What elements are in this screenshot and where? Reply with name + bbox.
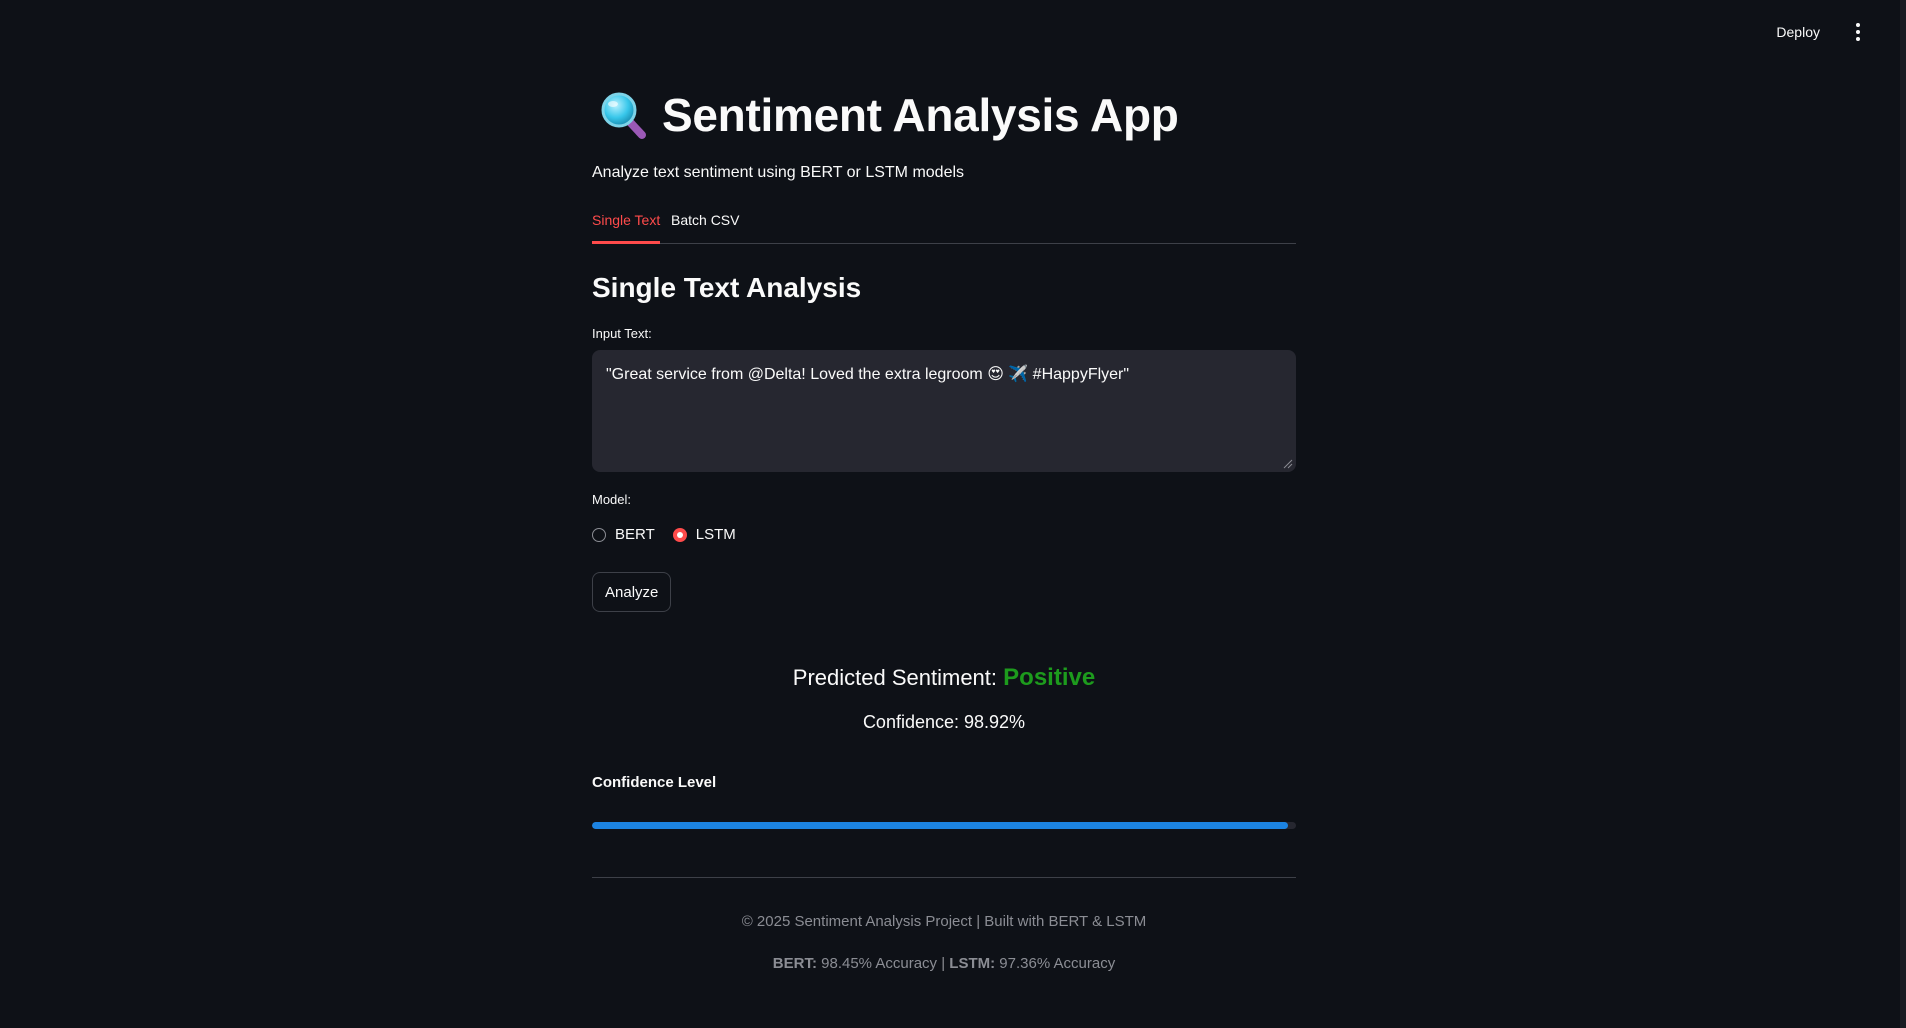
footer-lstm-label: LSTM: bbox=[949, 955, 996, 972]
main-menu-icon[interactable] bbox=[1850, 18, 1866, 46]
footer-accuracy: BERT: 98.45% Accuracy | LSTM: 97.36% Acc… bbox=[592, 955, 1296, 972]
radio-unselected-icon bbox=[592, 527, 606, 542]
page-title: Sentiment Analysis App bbox=[662, 89, 1179, 141]
radio-option-bert[interactable]: BERT bbox=[592, 526, 655, 543]
deploy-button[interactable]: Deploy bbox=[1772, 18, 1824, 46]
confidence-heading: Confidence Level bbox=[592, 774, 717, 791]
input-text-area[interactable]: "Great service from @Delta! Loved the ex… bbox=[592, 350, 1296, 472]
tab-bar: Single Text Batch CSV bbox=[592, 212, 1296, 244]
confidence-progress-fill bbox=[592, 822, 1289, 829]
scrollbar[interactable] bbox=[1900, 0, 1906, 1028]
footer-bert-label: BERT: bbox=[772, 955, 817, 972]
radio-option-lstm[interactable]: LSTM bbox=[672, 526, 736, 543]
input-text-label: Input Text: bbox=[592, 326, 652, 341]
analyze-button[interactable]: Analyze bbox=[592, 572, 672, 612]
footer-copyright: © 2025 Sentiment Analysis Project | Buil… bbox=[741, 913, 1147, 930]
title-row: Sentiment Analysis App bbox=[598, 88, 1179, 142]
footer-bert-accuracy: 98.45% Accuracy bbox=[821, 955, 938, 972]
sentiment-value: Positive bbox=[1003, 664, 1096, 691]
top-bar: Deploy bbox=[1772, 18, 1866, 46]
footer-separator: | bbox=[941, 955, 946, 972]
confidence-text: Confidence: 98.92% bbox=[862, 712, 1026, 732]
app-root: Deploy Sentiment Analysis App Analyze te… bbox=[0, 0, 1906, 1028]
section-title: Single Text Analysis bbox=[592, 272, 862, 303]
prediction-prefix: Predicted Sentiment: bbox=[792, 665, 998, 690]
confidence-progress-bar bbox=[592, 822, 1296, 829]
radio-label-lstm: LSTM bbox=[695, 526, 736, 543]
model-radio-group: BERT LSTM bbox=[592, 526, 736, 543]
radio-label-bert: BERT bbox=[615, 526, 655, 543]
prediction-result: Predicted Sentiment: Positive bbox=[592, 664, 1296, 692]
tab-single-text[interactable]: Single Text bbox=[592, 212, 661, 244]
footer-lstm-accuracy: 97.36% Accuracy bbox=[999, 955, 1116, 972]
magnifying-glass-icon bbox=[601, 92, 646, 139]
resize-handle-icon[interactable] bbox=[1283, 459, 1293, 469]
page-subtitle: Analyze text sentiment using BERT or LST… bbox=[592, 164, 965, 181]
divider bbox=[592, 877, 1296, 878]
radio-selected-icon bbox=[672, 527, 687, 542]
input-text-value: "Great service from @Delta! Loved the ex… bbox=[606, 366, 1130, 383]
model-label: Model: bbox=[592, 492, 632, 507]
tab-batch-csv[interactable]: Batch CSV bbox=[671, 212, 739, 241]
